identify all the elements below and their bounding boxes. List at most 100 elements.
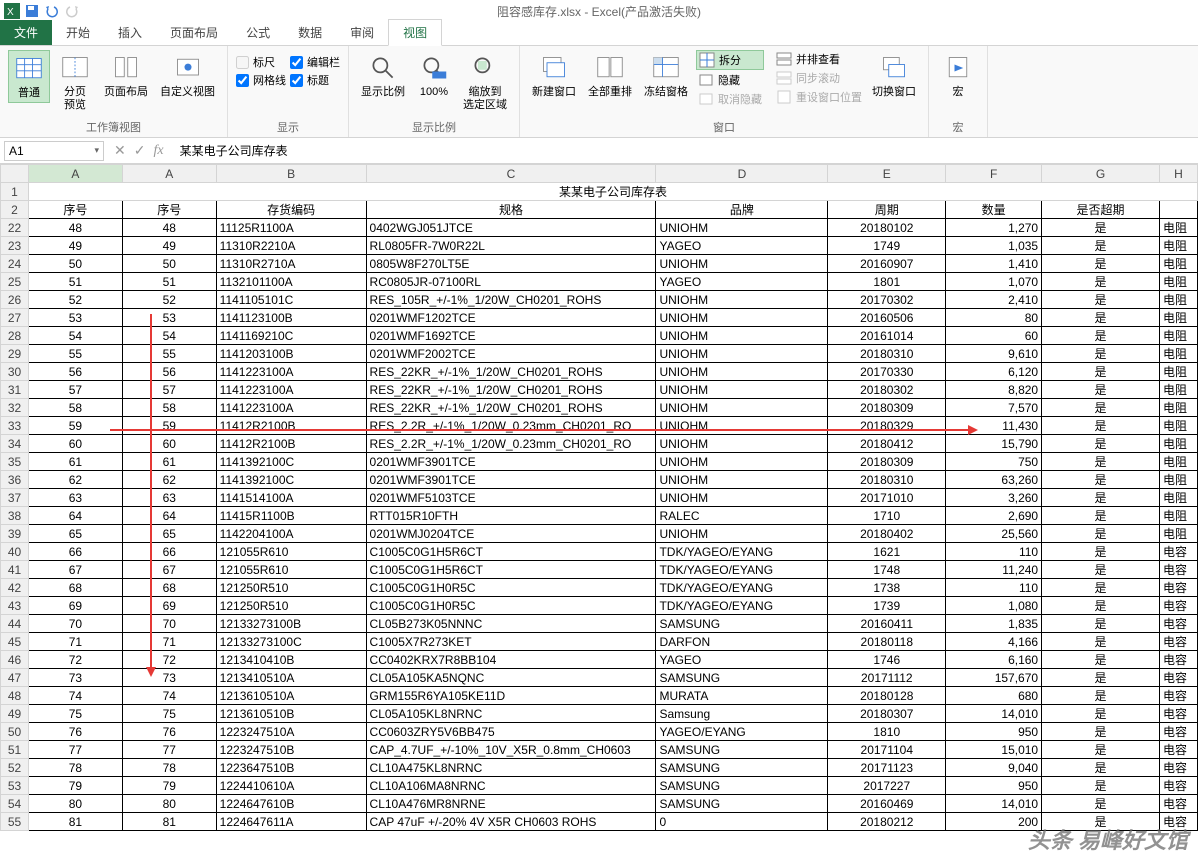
cell[interactable]: C1005X7R273KET [366, 633, 656, 651]
row-header[interactable]: 46 [1, 651, 29, 669]
cell[interactable]: 电阻 [1159, 273, 1197, 291]
cell[interactable]: 65 [28, 525, 122, 543]
cell[interactable]: 59 [28, 417, 122, 435]
undo-icon[interactable] [44, 3, 60, 19]
cell[interactable]: 1748 [828, 561, 946, 579]
cell[interactable]: 49 [28, 237, 122, 255]
row-header[interactable]: 29 [1, 345, 29, 363]
cell[interactable]: 20171104 [828, 741, 946, 759]
cell[interactable]: 54 [122, 327, 216, 345]
redo-icon[interactable] [64, 3, 80, 19]
tab-view[interactable]: 视图 [388, 19, 442, 46]
cell[interactable]: CAP_4.7UF_+/-10%_10V_X5R_0.8mm_CH0603 [366, 741, 656, 759]
row-header[interactable]: 22 [1, 219, 29, 237]
col-header[interactable]: E [828, 165, 946, 183]
cell[interactable]: 是 [1042, 579, 1160, 597]
col-header[interactable]: F [946, 165, 1042, 183]
tab-data[interactable]: 数据 [284, 20, 336, 45]
cell[interactable]: 电阻 [1159, 363, 1197, 381]
btn-hide[interactable]: 隐藏 [696, 71, 764, 89]
cell[interactable]: 1142204100A [216, 525, 366, 543]
cell[interactable]: 76 [28, 723, 122, 741]
cell[interactable]: 电阻 [1159, 291, 1197, 309]
cell[interactable]: 是 [1042, 255, 1160, 273]
cell[interactable]: 59 [122, 417, 216, 435]
tab-layout[interactable]: 页面布局 [156, 20, 232, 45]
cell[interactable]: 121055R610 [216, 543, 366, 561]
cell[interactable]: 25,560 [946, 525, 1042, 543]
cell[interactable]: 4,166 [946, 633, 1042, 651]
row-header[interactable]: 27 [1, 309, 29, 327]
cell[interactable]: TDK/YAGEO/EYANG [656, 543, 828, 561]
cell[interactable]: 是 [1042, 237, 1160, 255]
cell[interactable]: RES_22KR_+/-1%_1/20W_CH0201_ROHS [366, 381, 656, 399]
cell[interactable]: 11415R1100B [216, 507, 366, 525]
cell[interactable]: 0201WMF1692TCE [366, 327, 656, 345]
cell[interactable]: 77 [28, 741, 122, 759]
cell[interactable]: 1746 [828, 651, 946, 669]
cell[interactable]: 52 [28, 291, 122, 309]
chk-ruler[interactable]: 标尺 [236, 54, 286, 70]
btn-resetpos[interactable]: 重设窗口位置 [774, 88, 864, 106]
row-header[interactable]: 25 [1, 273, 29, 291]
column-header-cell[interactable]: 序号 [122, 201, 216, 219]
cell[interactable]: 是 [1042, 309, 1160, 327]
cell[interactable]: 79 [28, 777, 122, 795]
cell[interactable]: CC0603ZRY5V6BB475 [366, 723, 656, 741]
cell[interactable]: 1141105101C [216, 291, 366, 309]
cell[interactable]: 50 [28, 255, 122, 273]
tab-file[interactable]: 文件 [0, 20, 52, 45]
cell[interactable]: 电阻 [1159, 381, 1197, 399]
row-header[interactable]: 31 [1, 381, 29, 399]
cell[interactable]: 1749 [828, 237, 946, 255]
cell[interactable]: C1005C0G1H5R6CT [366, 561, 656, 579]
cell[interactable]: 电容 [1159, 795, 1197, 813]
cell[interactable]: 63 [28, 489, 122, 507]
cell[interactable]: 1621 [828, 543, 946, 561]
cell[interactable]: RC0805JR-07100RL [366, 273, 656, 291]
cell[interactable]: 20180309 [828, 453, 946, 471]
cell[interactable]: 64 [122, 507, 216, 525]
cell[interactable]: YAGEO [656, 651, 828, 669]
cell[interactable]: 电容 [1159, 579, 1197, 597]
cell[interactable]: 2017227 [828, 777, 946, 795]
cell[interactable]: 74 [28, 687, 122, 705]
row-header[interactable]: 39 [1, 525, 29, 543]
col-header[interactable]: A [28, 165, 122, 183]
cell[interactable]: 1213610510B [216, 705, 366, 723]
cell[interactable]: 58 [122, 399, 216, 417]
column-header-cell[interactable]: 存货编码 [216, 201, 366, 219]
btn-sidebyside[interactable]: 并排查看 [774, 50, 864, 68]
cell[interactable]: 20180329 [828, 417, 946, 435]
btn-split[interactable]: 拆分 [696, 50, 764, 70]
cell[interactable]: SAMSUNG [656, 777, 828, 795]
cell[interactable]: 20180102 [828, 219, 946, 237]
cell[interactable]: 是 [1042, 705, 1160, 723]
cell[interactable]: 66 [28, 543, 122, 561]
cell[interactable]: 50 [122, 255, 216, 273]
tab-home[interactable]: 开始 [52, 20, 104, 45]
cell[interactable]: 11,430 [946, 417, 1042, 435]
cell[interactable]: 是 [1042, 363, 1160, 381]
cell[interactable]: SAMSUNG [656, 759, 828, 777]
cell[interactable]: 是 [1042, 597, 1160, 615]
cell[interactable]: RES_22KR_+/-1%_1/20W_CH0201_ROHS [366, 363, 656, 381]
cell[interactable]: 72 [122, 651, 216, 669]
cell[interactable]: 11310R2210A [216, 237, 366, 255]
btn-pagebreak-view[interactable]: 分页 预览 [54, 50, 96, 114]
cell[interactable]: 55 [122, 345, 216, 363]
row-header[interactable]: 42 [1, 579, 29, 597]
cell[interactable]: 7,570 [946, 399, 1042, 417]
cell[interactable]: 电容 [1159, 669, 1197, 687]
cell[interactable]: 20180412 [828, 435, 946, 453]
cell[interactable]: UNIOHM [656, 489, 828, 507]
cell[interactable]: 77 [122, 741, 216, 759]
cell[interactable]: 电阻 [1159, 219, 1197, 237]
cell[interactable]: 是 [1042, 435, 1160, 453]
cell[interactable]: 157,670 [946, 669, 1042, 687]
cell[interactable]: 53 [122, 309, 216, 327]
cell[interactable]: SAMSUNG [656, 669, 828, 687]
row-header[interactable]: 44 [1, 615, 29, 633]
cell[interactable]: 1141392100C [216, 453, 366, 471]
cell[interactable]: 73 [122, 669, 216, 687]
